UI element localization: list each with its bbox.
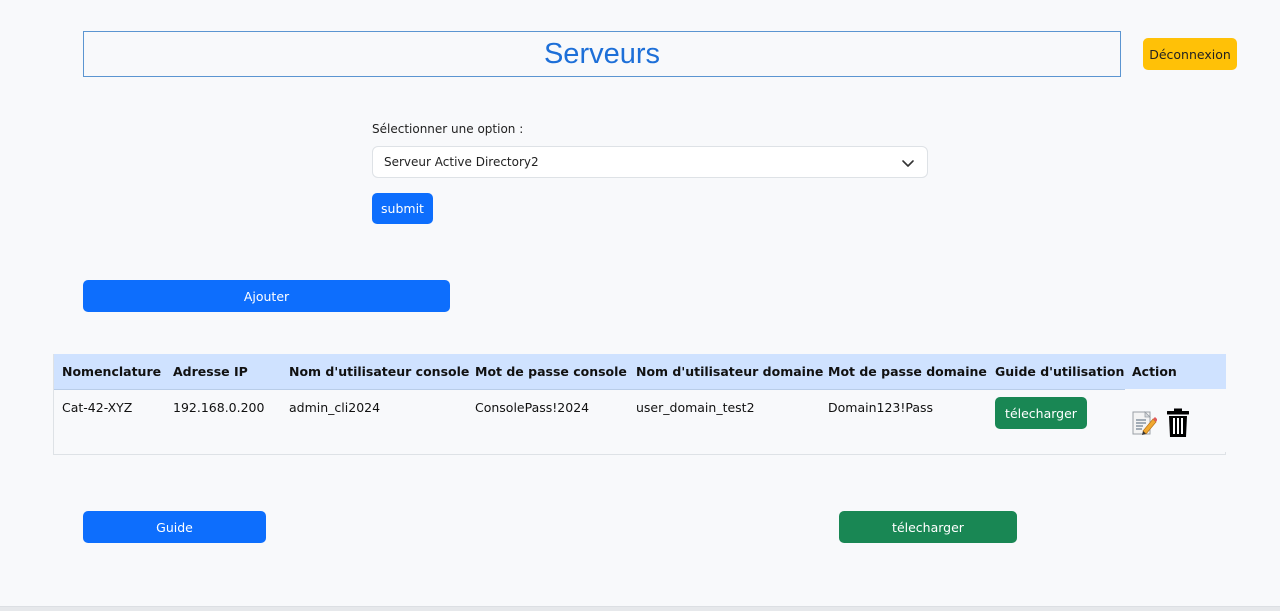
header-domain-user: Nom d'utilisateur domaine [636, 364, 824, 379]
download-button[interactable]: télecharger [839, 511, 1017, 543]
cell-nomenclature: Cat-42-XYZ [62, 400, 133, 415]
header-guide: Guide d'utilisation [995, 364, 1125, 379]
add-button[interactable]: Ajouter [83, 280, 450, 312]
header-domain-pass: Mot de passe domaine [828, 364, 987, 379]
header-ip: Adresse IP [173, 364, 248, 379]
edit-icon[interactable] [1131, 410, 1157, 436]
page-title: Serveurs [543, 37, 661, 70]
selected-option: Serveur Active Directory2 [384, 155, 539, 169]
cell-ip: 192.168.0.200 [173, 400, 265, 415]
logout-button[interactable]: Déconnexion [1143, 38, 1237, 70]
option-select[interactable]: Serveur Active Directory2 [372, 146, 928, 178]
header-nomenclature: Nomenclature [62, 364, 162, 379]
title-box: Serveurs [83, 31, 1121, 77]
header-console-user: Nom d'utilisateur console [289, 364, 470, 379]
cell-domain-pass: Domain123!Pass [828, 400, 934, 415]
submit-button[interactable]: submit [372, 193, 433, 224]
cell-console-user: admin_cli2024 [289, 400, 381, 415]
chevron-down-icon [902, 160, 914, 167]
cell-console-pass: ConsolePass!2024 [475, 400, 590, 415]
row-download-button[interactable]: télecharger [995, 397, 1087, 429]
page: Serveurs Déconnexion Sélectionner une op… [0, 0, 1280, 607]
cell-domain-user: user_domain_test2 [636, 400, 755, 415]
select-label: Sélectionner une option : [372, 122, 524, 136]
header-console-pass: Mot de passe console [475, 364, 627, 379]
header-action: Action [1132, 364, 1177, 379]
guide-button[interactable]: Guide [83, 511, 266, 543]
servers-table: Nomenclature Adresse IP Nom d'utilisateu… [53, 354, 1226, 455]
trash-icon[interactable] [1166, 408, 1190, 438]
